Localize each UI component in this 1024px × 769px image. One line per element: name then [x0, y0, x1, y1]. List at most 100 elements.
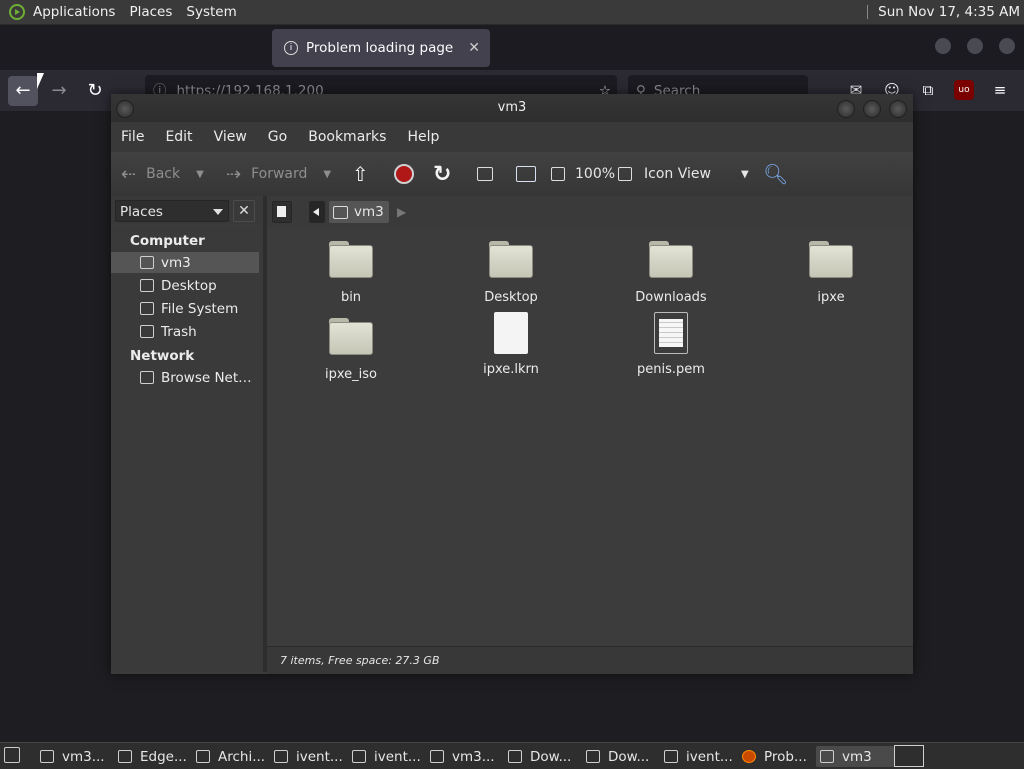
taskbar-task[interactable]: Edge...	[118, 746, 187, 767]
ublock-icon[interactable]: uo	[954, 80, 974, 100]
file-name: Desktop	[484, 290, 538, 305]
sidebar-item-browse-network[interactable]: Browse Net…	[111, 367, 259, 388]
file-item[interactable]: ipxe	[771, 241, 891, 305]
zoom-level[interactable]: 100%	[575, 152, 615, 196]
forward-label: Forward	[251, 166, 308, 182]
taskbar-task[interactable]: ivent...	[352, 746, 421, 767]
drive-icon	[140, 302, 154, 315]
taskbar-task[interactable]: vm3...	[40, 746, 105, 767]
path-button-vm3[interactable]: vm3	[329, 201, 389, 223]
file-item[interactable]: Desktop	[451, 241, 571, 305]
sidebar-item-file-system[interactable]: File System	[111, 298, 259, 319]
menu-bar: File Edit View Go Bookmarks Help	[111, 122, 913, 152]
maximize-icon[interactable]	[967, 38, 983, 54]
tab-title: Problem loading page	[306, 40, 454, 56]
firefox-tabstrip: i Problem loading page ✕	[0, 25, 1024, 70]
search-icon[interactable]: 🔍︎	[763, 152, 788, 196]
extensions-icon[interactable]: ⧉	[918, 80, 938, 100]
file-name: bin	[340, 290, 362, 305]
sidebar-selector-label: Places	[120, 204, 163, 220]
sidebar-heading-network: Network	[130, 348, 195, 364]
mouse-pointer-icon	[37, 73, 44, 89]
taskbar-task[interactable]: vm3...	[430, 746, 495, 767]
up-icon[interactable]: ⇧	[352, 152, 369, 196]
close-tab-icon[interactable]: ✕	[468, 40, 480, 56]
back-button[interactable]: ⇠ Back ▼	[121, 152, 204, 196]
file-item[interactable]: ipxe.lkrn	[451, 312, 571, 377]
forward-arrow-icon: ⇢	[226, 163, 242, 185]
taskbar-task[interactable]: Archi...	[196, 746, 265, 767]
forward-history-chevron-icon[interactable]: ▼	[323, 169, 331, 180]
edit-location-icon[interactable]	[272, 201, 292, 223]
reload-icon[interactable]: ↻	[80, 76, 110, 106]
menu-go[interactable]: Go	[268, 129, 287, 145]
view-mode-select[interactable]: Icon View ▼	[644, 152, 749, 196]
taskbar-task[interactable]: Dow...	[586, 746, 649, 767]
close-window-icon[interactable]	[999, 38, 1015, 54]
minimize-icon[interactable]	[935, 38, 951, 54]
sidebar-heading-computer: Computer	[130, 233, 205, 249]
title-bar[interactable]: vm3	[111, 94, 913, 122]
zoom-out-button[interactable]	[551, 152, 565, 196]
taskbar-task[interactable]: Prob...	[742, 746, 807, 767]
folder-icon	[586, 750, 600, 763]
file-item[interactable]: Downloads	[611, 241, 731, 305]
menu-edit[interactable]: Edit	[165, 129, 192, 145]
hamburger-menu-icon[interactable]: ≡	[990, 80, 1010, 100]
sidebar-selector[interactable]: Places	[115, 200, 229, 222]
desktop-folder-icon	[489, 241, 533, 278]
minimize-icon[interactable]	[837, 100, 855, 118]
stop-button[interactable]	[394, 152, 414, 196]
close-sidebar-icon[interactable]: ✕	[233, 200, 255, 222]
app-icon	[274, 750, 288, 763]
file-name: penis.pem	[637, 362, 705, 377]
zoom-in-button[interactable]	[618, 152, 632, 196]
close-window-icon[interactable]	[889, 100, 907, 118]
menu-bookmarks[interactable]: Bookmarks	[308, 129, 386, 145]
file-item[interactable]: bin	[291, 241, 411, 305]
file-item[interactable]: penis.pem	[611, 312, 731, 377]
home-button[interactable]	[477, 152, 493, 196]
app-icon	[196, 750, 210, 763]
clock[interactable]: Sun Nov 17, 4:35 AM	[878, 4, 1020, 20]
folder-icon	[649, 241, 693, 278]
forward-button[interactable]: ⇢ Forward ▼	[226, 152, 331, 196]
menu-help[interactable]: Help	[407, 129, 439, 145]
show-desktop-icon[interactable]	[4, 747, 20, 763]
computer-button[interactable]	[516, 152, 536, 196]
sidebar-item-desktop[interactable]: Desktop	[111, 275, 259, 296]
maximize-icon[interactable]	[863, 100, 881, 118]
menu-places[interactable]: Places	[129, 4, 172, 20]
menu-system[interactable]: System	[186, 4, 236, 20]
path-scroll-right-icon[interactable]: ▶	[397, 205, 406, 219]
path-scroll-left-icon[interactable]	[309, 201, 325, 223]
reload-icon[interactable]: ↻	[433, 152, 451, 196]
back-history-chevron-icon[interactable]: ▼	[196, 169, 204, 180]
sidebar: Computer vm3 Desktop File System Trash N…	[111, 226, 263, 672]
menu-applications[interactable]: Applications	[33, 4, 115, 20]
workspace-switcher[interactable]	[894, 745, 924, 767]
sidebar-header: Places ✕	[111, 196, 263, 224]
taskbar-task[interactable]: Dow...	[508, 746, 571, 767]
chevron-down-icon	[213, 209, 223, 215]
firefox-tab-active[interactable]: i Problem loading page ✕	[272, 29, 490, 67]
network-icon	[140, 371, 154, 384]
taskbar-task[interactable]: ivent...	[274, 746, 343, 767]
sidebar-item-vm3[interactable]: vm3	[111, 252, 259, 273]
menu-view[interactable]: View	[214, 129, 247, 145]
window-title: vm3	[497, 100, 527, 115]
firefox-tab-inactive[interactable]	[50, 29, 250, 67]
icon-view[interactable]: bin Desktop Downloads ipxe ipxe_iso ipxe…	[267, 228, 913, 646]
menu-file[interactable]: File	[121, 129, 144, 145]
back-label: Back	[146, 166, 181, 182]
folder-icon	[664, 750, 678, 763]
mate-logo-icon[interactable]	[9, 4, 25, 20]
back-icon[interactable]: ←	[8, 76, 38, 106]
taskbar-task-active[interactable]: vm3	[816, 746, 894, 767]
zoom-out-icon	[551, 167, 565, 181]
forward-icon[interactable]: →	[44, 76, 74, 106]
sidebar-item-trash[interactable]: Trash	[111, 321, 259, 342]
taskbar-task[interactable]: ivent...	[664, 746, 733, 767]
file-item[interactable]: ipxe_iso	[291, 318, 411, 382]
desktop-icon	[140, 279, 154, 292]
